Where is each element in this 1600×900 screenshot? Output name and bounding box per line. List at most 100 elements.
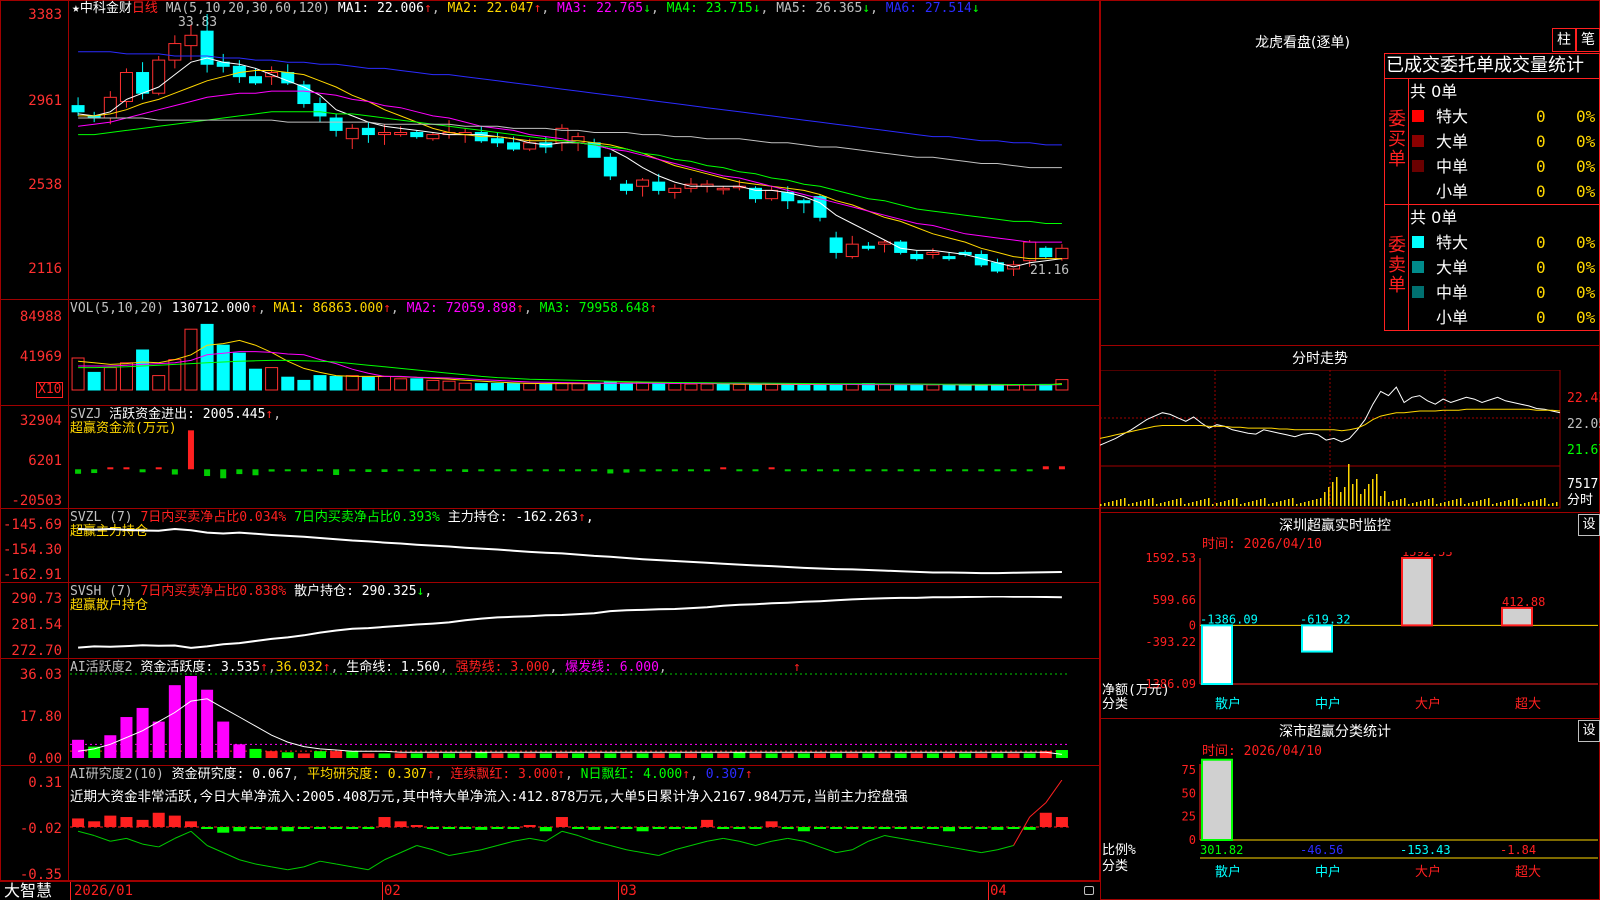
volume-bar: [539, 383, 553, 391]
volume-bar: [716, 383, 730, 391]
activity-bar: [588, 753, 601, 758]
research-bar: [152, 812, 165, 827]
activity-bar: [217, 721, 230, 758]
avg-research-line: [287, 866, 304, 871]
volume-bar: [732, 383, 746, 391]
ai-activity-chart[interactable]: [70, 672, 1098, 764]
fenshi-volume-bar: [1216, 503, 1218, 506]
classify-bar-value: -1.84: [1500, 843, 1536, 857]
fenshi-volume-bar: [1300, 503, 1302, 506]
classify-settings-button[interactable]: 设: [1578, 720, 1600, 742]
fund-flow-bar: [639, 469, 646, 472]
avg-research-line: [642, 852, 659, 856]
svzl-chart[interactable]: [70, 522, 1098, 580]
fenshi-volume-bar: [1524, 503, 1526, 506]
avg-research-line: [126, 837, 143, 845]
candle-body: [507, 142, 521, 150]
activity-bar: [1023, 753, 1036, 758]
intraday-chart[interactable]: [1100, 370, 1564, 510]
fenshi-volume-bar: [1552, 503, 1554, 506]
fenshi-volume-bar: [1288, 499, 1290, 506]
activity-bar: [1007, 753, 1020, 758]
ai-research-chart[interactable]: [70, 780, 1098, 878]
fenshi-volume-bar: [1172, 500, 1174, 506]
classify-chart[interactable]: 75 50 25 0 301.82 散户 -46.56 中户 -153.43 大户 -1.84 超大 比…: [1100, 758, 1600, 900]
candle-body: [378, 131, 392, 136]
color-swatch: [1412, 185, 1424, 197]
vol-value: 130712.000: [171, 301, 251, 316]
avg-research-line: [577, 835, 595, 842]
ytick: -0.35: [19, 867, 62, 883]
fenshi-volume-bar: [1284, 500, 1286, 506]
fund-flow-bar: [542, 469, 549, 472]
monitor-chart[interactable]: 1592.53599.660-393.22-1386.09-1386.09散户-…: [1100, 552, 1600, 716]
fund-flow-bar: [833, 469, 840, 472]
row-pct: 0%: [1576, 157, 1596, 176]
fund-flow-bar: [526, 469, 533, 472]
row-label: 特大: [1436, 233, 1469, 252]
ytick: -145.69: [2, 517, 62, 533]
avg-research-line: [255, 863, 272, 868]
monitor-bar: [1301, 624, 1333, 653]
activity-bar: [684, 753, 697, 758]
fenshi-volume-bar: [1336, 477, 1338, 506]
fenshi-volume-bar: [1556, 502, 1558, 506]
fenshi-volume-bar: [1368, 484, 1370, 506]
lhb-bi-button[interactable]: 笔: [1576, 28, 1600, 52]
vol-ma2: MA2: 72059.898: [406, 301, 517, 316]
avg-research-line: [142, 843, 159, 848]
activity-bar: [926, 753, 939, 758]
monitor-category-label: 大户: [1415, 696, 1441, 712]
research-bar: [572, 827, 585, 829]
research-bar: [555, 817, 568, 827]
volume-chart[interactable]: [70, 318, 1098, 398]
avg-research-line: [223, 852, 240, 861]
research-bar: [459, 827, 472, 829]
monitor-settings-button[interactable]: 设: [1578, 514, 1600, 536]
ytick: -0.02: [19, 821, 62, 837]
avg-research-line: [94, 835, 111, 842]
fund-flow-bar: [462, 469, 469, 472]
fenshi-volume-bar: [1356, 479, 1358, 506]
fenshi-vol: 7517: [1567, 477, 1599, 492]
fenshi-price: 22.05: [1567, 417, 1600, 432]
research-bar: [781, 827, 794, 829]
volume-bar: [410, 378, 424, 391]
lhb-zhu-button[interactable]: 柱: [1552, 28, 1576, 52]
color-swatch: [1412, 110, 1424, 122]
fenshi-volume-bar: [1104, 503, 1106, 506]
row-pct: 0%: [1576, 283, 1596, 302]
candlestick-chart[interactable]: [70, 14, 1098, 298]
fenshi-volume-bar: [1428, 499, 1430, 506]
activity-bar: [830, 753, 843, 758]
group-total: 共 0单: [1410, 82, 1458, 101]
fenshi-volume-bar: [1180, 498, 1182, 506]
research-bar: [426, 827, 439, 829]
fenshi-volume-bar: [1196, 501, 1198, 506]
fenshi-volume-bar: [1340, 492, 1342, 506]
monitor-category-label: 超大: [1515, 697, 1541, 712]
svsh-chart[interactable]: [70, 596, 1098, 656]
classify-ytick: 25: [1182, 810, 1196, 824]
lhb-subtitle: 已成交委托单成交量统计: [1386, 55, 1584, 76]
activity-bar: [959, 753, 972, 758]
research-bar: [943, 827, 956, 832]
avg-research-line: [948, 846, 966, 851]
lock-icon[interactable]: [1084, 886, 1094, 895]
research-bar: [136, 819, 149, 827]
volume-bar: [684, 383, 698, 391]
volume-bar: [490, 382, 504, 391]
volume-bar: [845, 383, 859, 391]
row-pct: 0%: [1576, 308, 1596, 327]
fenshi-volume-bar: [1488, 498, 1490, 506]
fenshi-volume-bar: [1264, 498, 1266, 506]
activity-bar: [943, 753, 956, 758]
fenshi-volume-bar: [1404, 498, 1406, 506]
avg-research-line: [932, 843, 950, 848]
fund-flow-bar: [123, 467, 130, 470]
ma-line-ma2: [78, 70, 1062, 260]
candle-body: [1039, 247, 1053, 258]
fund-flow-bar: [333, 469, 340, 475]
svzj-chart[interactable]: [70, 420, 1098, 506]
research-bar: [346, 827, 359, 829]
